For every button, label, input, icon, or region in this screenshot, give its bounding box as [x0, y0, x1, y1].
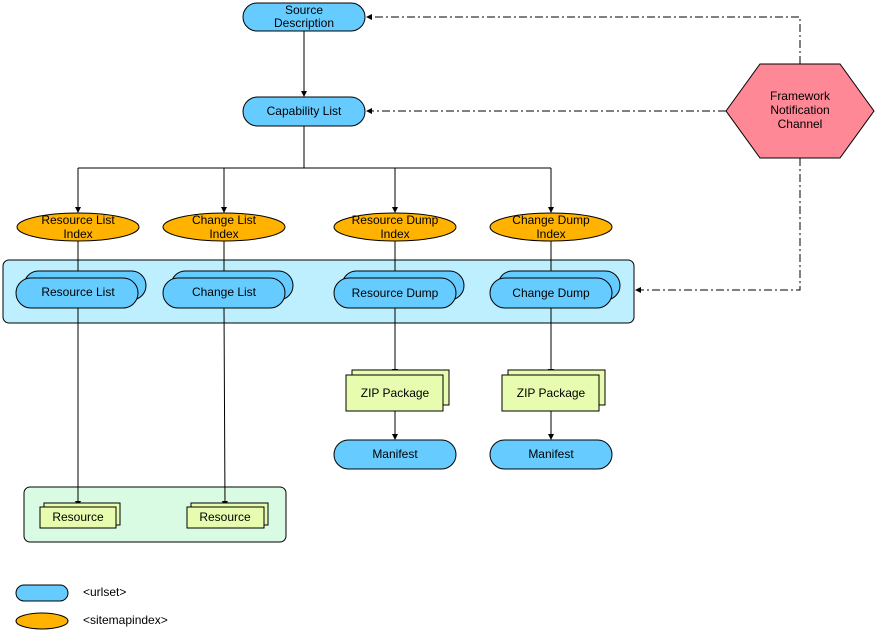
manifest-node[interactable]: Manifest	[333, 439, 457, 470]
svg-text:Resource Dump: Resource Dump	[352, 213, 439, 227]
svg-text:Resource List: Resource List	[41, 213, 115, 227]
svg-text:Change Dump: Change Dump	[512, 286, 590, 300]
svg-text:Index: Index	[209, 227, 238, 241]
legend-sitemapindex-label: <sitemapindex>	[83, 613, 168, 627]
source-description-node[interactable]: Source Description	[242, 2, 366, 32]
svg-text:Resource: Resource	[199, 510, 251, 524]
resource-node[interactable]: Resource	[186, 502, 269, 529]
notification-edges	[366, 14, 801, 293]
svg-text:Manifest: Manifest	[528, 447, 574, 461]
svg-text:Resource: Resource	[52, 510, 104, 524]
zip-package-node[interactable]: ZIP Package	[345, 369, 450, 412]
svg-text:Description: Description	[274, 16, 334, 30]
svg-text:ZIP Package: ZIP Package	[361, 386, 430, 400]
svg-text:Index: Index	[536, 227, 565, 241]
edges-to-indexes	[75, 168, 554, 507]
change-dump-node[interactable]: Change Dump	[489, 270, 621, 309]
manifest-node[interactable]: Manifest	[489, 439, 613, 470]
resource-node[interactable]: Resource	[39, 502, 121, 529]
legend-urlset-swatch	[15, 584, 69, 602]
svg-text:Change List: Change List	[192, 285, 257, 299]
resource-list-node[interactable]: Resource List	[15, 270, 147, 309]
svg-text:Manifest: Manifest	[372, 447, 418, 461]
change-list-index-node[interactable]: Change ListIndex	[162, 212, 286, 242]
svg-text:Capability List: Capability List	[267, 104, 342, 118]
resource-dump-node[interactable]: Resource Dump	[333, 270, 465, 309]
svg-text:Source: Source	[285, 3, 323, 17]
resource-list-index-node[interactable]: Resource ListIndex	[16, 212, 140, 242]
legend-urlset-label: <urlset>	[83, 585, 126, 599]
svg-text:Change List: Change List	[192, 213, 257, 227]
svg-text:Index: Index	[380, 227, 409, 241]
framework-notification-channel-node[interactable]: Framework Notification Channel	[725, 63, 875, 159]
svg-text:Framework: Framework	[770, 89, 831, 103]
capability-list-node[interactable]: Capability List	[242, 96, 366, 127]
svg-text:Change Dump: Change Dump	[512, 213, 590, 227]
svg-text:Resource List: Resource List	[41, 285, 115, 299]
resourcesync-diagram: Source Description Capability List Resou…	[2, 2, 875, 630]
change-dump-index-node[interactable]: Change DumpIndex	[489, 212, 613, 242]
svg-text:Resource Dump: Resource Dump	[352, 286, 439, 300]
legend-sitemapindex-swatch	[15, 612, 69, 630]
resource-dump-index-node[interactable]: Resource DumpIndex	[333, 212, 457, 242]
legend: <urlset> <sitemapindex>	[15, 584, 168, 630]
svg-text:Index: Index	[63, 227, 92, 241]
zip-package-node[interactable]: ZIP Package	[501, 369, 606, 412]
svg-text:Notification: Notification	[770, 103, 829, 117]
change-list-node[interactable]: Change List	[162, 270, 294, 309]
svg-text:Channel: Channel	[778, 117, 823, 131]
svg-text:ZIP Package: ZIP Package	[517, 386, 586, 400]
